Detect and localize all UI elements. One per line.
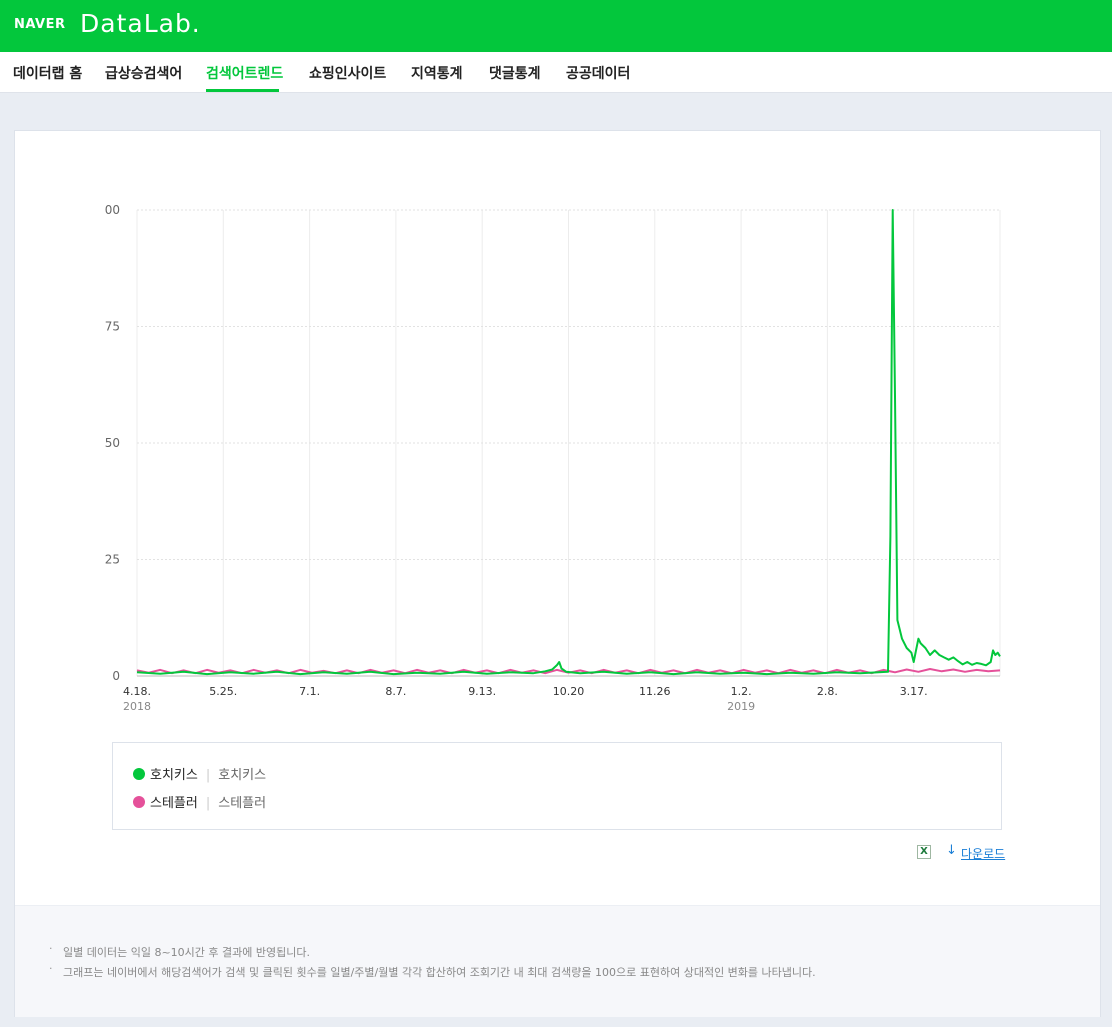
x-tick-label: 11.26 (639, 685, 671, 698)
download-link[interactable]: 다운로드 (961, 845, 1005, 862)
x-tick-label: 2.8. (817, 685, 838, 698)
note-text-2: 그래프는 네이버에서 해당검색어가 검색 및 클릭된 횟수를 일별/주별/월별 … (63, 966, 816, 979)
legend-dot-series-2 (133, 796, 145, 808)
x-tick-label: 7.1. (299, 685, 320, 698)
bullet-icon: · (49, 942, 53, 955)
y-tick-label: 50 (105, 436, 120, 450)
legend-separator: | (205, 768, 211, 783)
excel-icon[interactable]: X (917, 845, 931, 859)
x-tick-label: 10.20 (553, 685, 585, 698)
x-tick-label: 4.18. (123, 685, 151, 698)
download-arrow-icon[interactable]: ↓ (946, 843, 957, 858)
chart-grid (136, 209, 1001, 676)
y-tick-label: 75 (105, 320, 120, 334)
legend-item-series-1[interactable]: 호치키스 | 호치키스 (133, 764, 267, 783)
legend-dot-series-1 (133, 768, 145, 780)
y-tick-label: 00 (105, 203, 120, 217)
legend-series-2-name: 스테플러 (150, 796, 198, 811)
x-tick-label: 1.2. (731, 685, 752, 698)
legend-separator: | (205, 796, 211, 811)
legend-series-1-name: 호치키스 (150, 768, 198, 783)
x-tick-label: 3.17. (900, 685, 928, 698)
trend-chart: 0 25 50 75 00 4.18. 5.25. 7.1. 8.7. 9.13. 10.20 11.… (105, 203, 1001, 713)
bullet-icon: · (49, 962, 53, 975)
x-year-label: 2019 (727, 700, 755, 713)
x-tick-label: 9.13. (468, 685, 496, 698)
note-item: · 일별 데이터는 익일 8~10시간 후 결과에 반영됩니다. (49, 942, 310, 960)
note-text-1: 일별 데이터는 익일 8~10시간 후 결과에 반영됩니다. (63, 946, 310, 959)
legend-item-series-2[interactable]: 스테플러 | 스테플러 (133, 792, 267, 811)
x-year-label: 2018 (123, 700, 151, 713)
y-tick-label: 0 (112, 669, 120, 683)
notes-section: · 일별 데이터는 익일 8~10시간 후 결과에 반영됩니다. · 그래프는 네이… (15, 905, 1100, 1017)
chart-axes: 0 25 50 75 00 4.18. 5.25. 7.1. 8.7. 9.13. 10.20 11.… (105, 203, 1000, 713)
legend-series-2-terms: 스테플러 (218, 796, 267, 811)
x-tick-label: 5.25. (209, 685, 237, 698)
note-item: · 그래프는 네이버에서 해당검색어가 검색 및 클릭된 횟수를 일별/주별/월별… (49, 962, 816, 980)
y-tick-label: 25 (105, 553, 120, 567)
x-tick-label: 8.7. (385, 685, 406, 698)
legend-series-1-terms: 호치키스 (218, 768, 267, 783)
legend-box: 호치키스 | 호치키스 스테플러 | 스테플러 (112, 742, 1002, 830)
